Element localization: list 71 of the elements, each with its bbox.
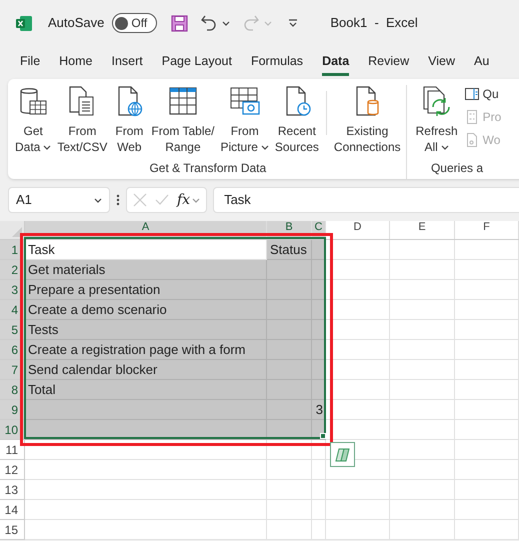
ribbon-tab[interactable]: Review	[368, 46, 410, 76]
grid-cell[interactable]: Prepare a presentation	[25, 280, 267, 300]
caret-icon	[440, 144, 449, 150]
table-camera-icon	[228, 85, 261, 117]
row-header[interactable]: 15	[0, 520, 25, 540]
customize-toolbar-icon[interactable]	[288, 18, 298, 28]
redo-button[interactable]	[242, 14, 272, 32]
more-options-icon[interactable]	[116, 194, 120, 206]
row-header[interactable]: 12	[0, 460, 25, 480]
table-icon	[166, 85, 199, 117]
grid-cell[interactable]: Create a registration page with a form	[25, 340, 267, 360]
name-box[interactable]: A1	[8, 187, 110, 213]
grid-cell[interactable]: Create a demo scenario	[25, 300, 267, 320]
fill-handle[interactable]	[320, 433, 326, 439]
row-header[interactable]: 13	[0, 480, 25, 500]
grid-cell[interactable]: Task	[25, 240, 267, 260]
ribbon-button[interactable]: From Picture	[218, 85, 272, 159]
save-icon[interactable]	[171, 14, 188, 32]
properties-icon	[464, 110, 479, 124]
caret-icon	[264, 20, 272, 26]
quick-analysis-button[interactable]	[330, 442, 355, 467]
grid-cell[interactable]: Tests	[25, 320, 267, 340]
ribbon-button[interactable]: Refresh All	[412, 85, 461, 159]
ribbon-tab[interactable]: Home	[59, 46, 92, 76]
undo-button[interactable]	[200, 14, 230, 32]
grid-cell[interactable]: Send calendar blocker	[25, 360, 267, 380]
ribbon-small-button[interactable]: Qu	[464, 85, 502, 102]
row-header[interactable]: 11	[0, 440, 25, 460]
grid-cell[interactable]: Get materials	[25, 260, 267, 280]
grid-cell[interactable]	[267, 420, 312, 440]
ribbon-tab[interactable]: View	[428, 46, 456, 76]
caret-icon	[43, 144, 52, 150]
ribbon-tab[interactable]: Insert	[112, 46, 143, 76]
panel-icon	[464, 86, 479, 100]
autosave-toggle[interactable]: Off	[112, 13, 158, 33]
caret-icon	[94, 198, 102, 202]
grid-cell[interactable]	[25, 400, 267, 420]
refresh-icon	[420, 85, 453, 117]
ribbon-button[interactable]: Existing Connections	[330, 85, 404, 159]
formula-field[interactable]: Task	[213, 187, 519, 213]
autosave-label: AutoSave	[48, 14, 104, 32]
copilot-icon	[335, 448, 350, 462]
group-label: Queries a	[430, 160, 484, 177]
insert-function-button[interactable]: fx	[177, 190, 200, 210]
grid-cell[interactable]	[267, 260, 312, 280]
cancel-icon[interactable]	[133, 193, 147, 207]
window-title: Book1 - Excel	[330, 14, 418, 32]
document-link-icon	[464, 132, 479, 146]
redo-icon	[242, 14, 260, 32]
undo-icon	[200, 14, 218, 32]
ribbon-button[interactable]: From Text/CSV	[54, 85, 110, 159]
select-all-icon[interactable]	[12, 227, 22, 237]
spreadsheet-logo-icon	[16, 14, 33, 32]
check-icon[interactable]	[155, 193, 169, 207]
ribbon-tab[interactable]: Au	[474, 46, 490, 76]
ribbon-tab[interactable]: Data	[322, 46, 350, 76]
ribbon-button[interactable]: From Table/ Range	[148, 85, 218, 159]
ribbon-button[interactable]: Recent Sources	[272, 85, 322, 159]
grid-cell[interactable]: Status	[267, 240, 312, 260]
ribbon-tab[interactable]: Page Layout	[162, 46, 232, 76]
caret-icon	[260, 144, 269, 150]
ribbon-tab[interactable]: File	[20, 46, 40, 76]
group-label: Get & Transform Data	[148, 160, 268, 177]
ribbon-button[interactable]: Get Data	[12, 85, 54, 159]
ribbon-tab[interactable]: Formulas	[250, 46, 304, 76]
grid-cell[interactable]	[25, 420, 267, 440]
caret-icon	[192, 198, 200, 202]
row-header[interactable]: 14	[0, 500, 25, 520]
caret-icon	[222, 20, 230, 26]
ribbon-button[interactable]: From Web	[110, 85, 148, 159]
grid-cell[interactable]: Total	[25, 380, 267, 400]
